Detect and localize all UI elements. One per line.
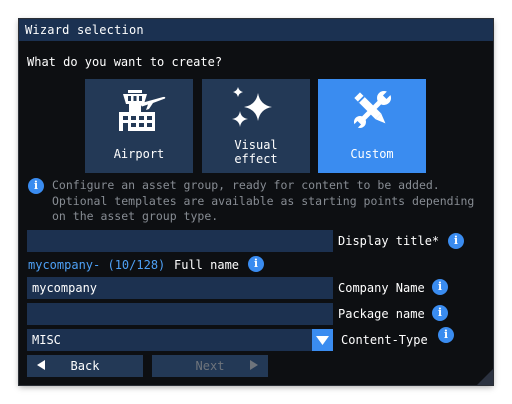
package-name-input[interactable]	[27, 303, 333, 325]
full-name-prefix: mycompany- (10/128)	[28, 258, 166, 272]
tile-custom[interactable]: Custom	[318, 79, 426, 173]
tile-visual-effect-label: Visual effect	[234, 138, 278, 166]
full-name-info-icon[interactable]: i	[248, 256, 264, 272]
full-name-label: Full name	[174, 258, 240, 272]
create-question: What do you want to create?	[27, 55, 223, 69]
company-name-label: Company Name	[338, 281, 425, 295]
company-name-input[interactable]: mycompany	[27, 277, 333, 299]
display-title-info-icon[interactable]: i	[448, 233, 464, 249]
airport-tower-icon	[85, 85, 193, 135]
wizard-dialog: Wizard selection What do you want to cre…	[19, 19, 493, 385]
arrow-right-icon	[250, 360, 258, 370]
resize-grip[interactable]	[477, 369, 493, 385]
content-type-info-icon[interactable]: i	[438, 327, 454, 343]
tools-icon	[318, 85, 426, 135]
next-button[interactable]: Next	[152, 355, 268, 377]
tile-airport[interactable]: Airport	[85, 79, 193, 173]
dialog-title: Wizard selection	[19, 19, 493, 41]
tile-visual-effect[interactable]: Visual effect	[202, 79, 310, 173]
back-button[interactable]: Back	[27, 355, 143, 377]
content-type-select[interactable]: MISC	[27, 329, 312, 351]
display-title-input[interactable]	[27, 230, 333, 252]
description-text: Configure an asset group, ready for cont…	[52, 178, 475, 223]
package-name-info-icon[interactable]: i	[432, 305, 448, 321]
company-name-info-icon[interactable]: i	[432, 279, 448, 295]
chevron-down-icon	[316, 336, 329, 345]
tile-custom-label: Custom	[350, 147, 394, 161]
info-icon[interactable]: i	[28, 178, 44, 194]
content-type-dropdown-button[interactable]	[312, 329, 333, 351]
display-title-label: Display title*	[338, 234, 440, 248]
content-type-label: Content-Type	[341, 333, 428, 347]
package-name-label: Package name	[338, 307, 425, 321]
back-button-label: Back	[70, 359, 100, 373]
sparkles-icon	[202, 85, 310, 135]
tile-airport-label: Airport	[113, 147, 165, 161]
